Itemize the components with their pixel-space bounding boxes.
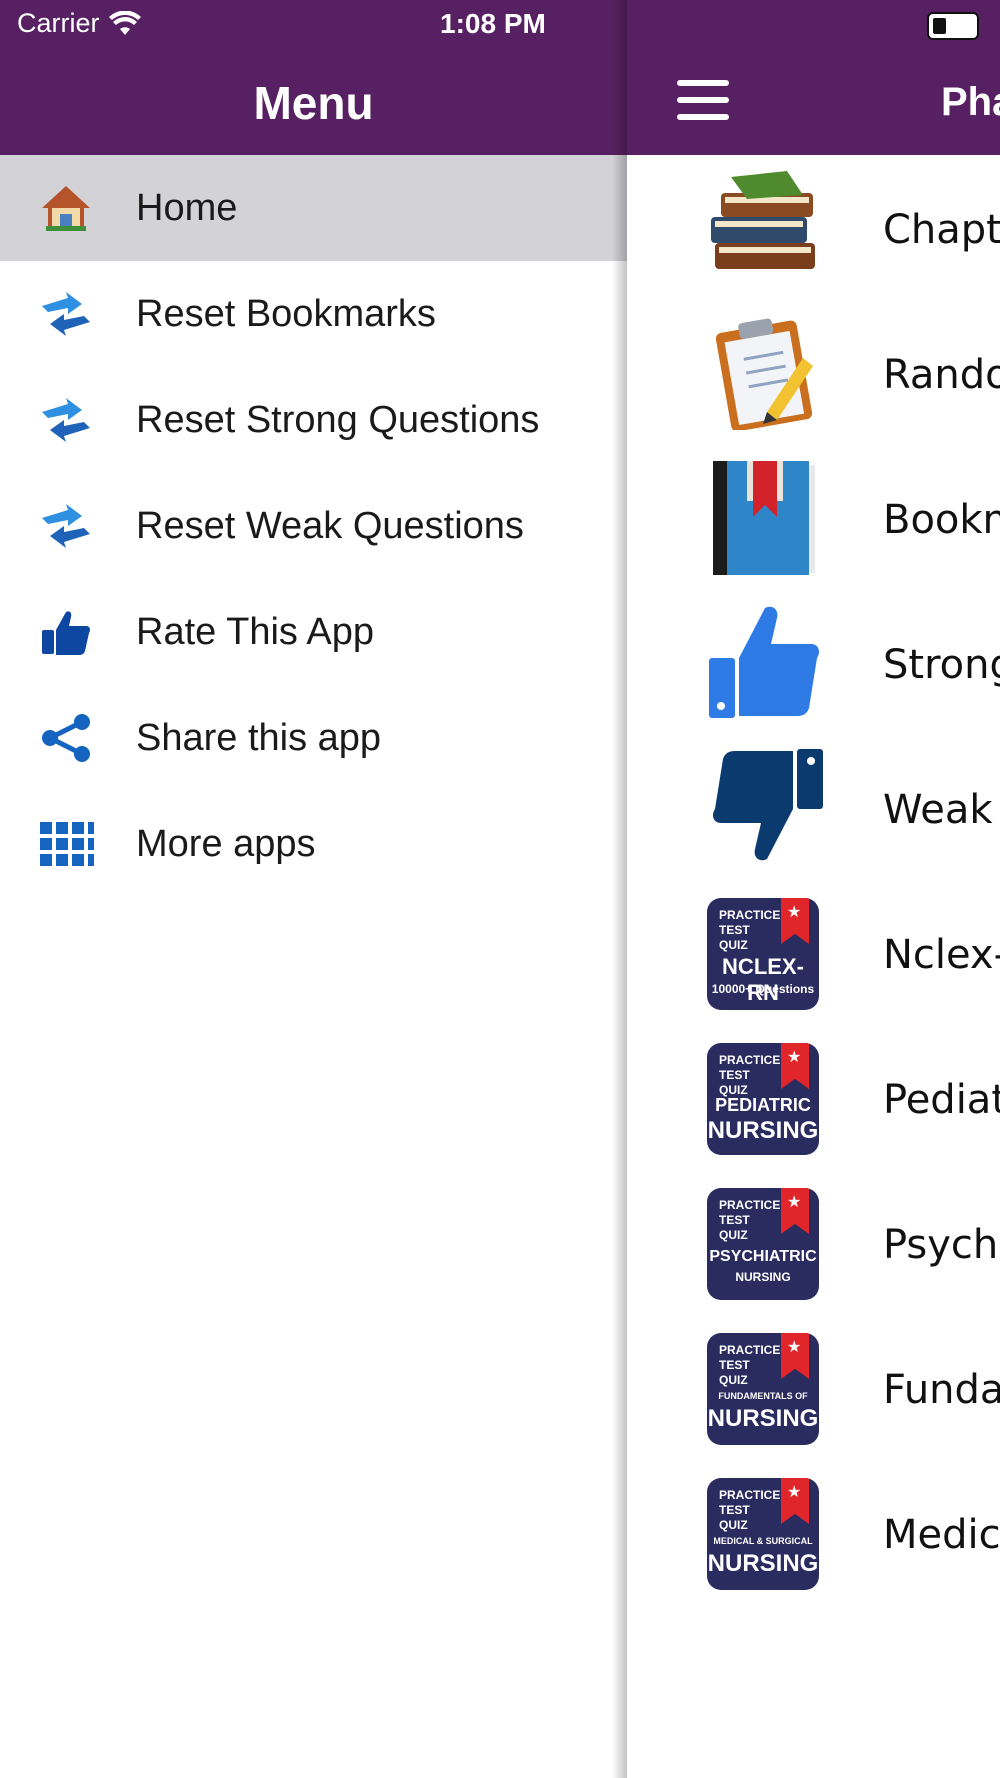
share-icon (42, 714, 90, 762)
carrier-label: Carrier (17, 8, 100, 38)
home-item-nclex[interactable]: PRACTICE TEST QUIZ NCLEX-RN 10000+ Quest… (627, 880, 1000, 1025)
home-label-weak: Weak (883, 787, 993, 833)
home-label-chapters: Chapte (883, 207, 1000, 253)
menu-label-rate-app: Rate This App (136, 610, 375, 653)
menu-item-rate-app[interactable]: Rate This App (0, 579, 627, 685)
pediatric-app-icon: PRACTICE TEST QUIZ PEDIATRIC NURSING (707, 1043, 819, 1155)
main-screen: Pha Chapte Rando (627, 0, 1000, 1778)
home-item-strong[interactable]: Strong (627, 590, 1000, 735)
main-header: Pha (627, 0, 1000, 155)
home-item-random[interactable]: Rando (627, 300, 1000, 445)
home-item-chapters[interactable]: Chapte (627, 155, 1000, 300)
clipboard-icon (715, 318, 813, 430)
wifi-icon (108, 10, 141, 35)
side-drawer: Carrier 1:08 PM Menu Home Reset Bookmark… (0, 0, 627, 1778)
menu-label-reset-weak: Reset Weak Questions (136, 504, 524, 547)
home-item-weak[interactable]: Weak (627, 735, 1000, 880)
psychiatric-app-icon: PRACTICE TEST QUIZ PSYCHIATRIC NURSING (707, 1188, 819, 1300)
reset-icon (42, 504, 90, 548)
medsurg-app-icon: PRACTICE TEST QUIZ MEDICAL & SURGICAL NU… (707, 1478, 819, 1590)
drawer-shadow (612, 0, 628, 1778)
grid-icon (40, 822, 94, 866)
home-label-fundamentals: Funda (883, 1367, 1000, 1413)
menu-item-more-apps[interactable]: More apps (0, 791, 627, 897)
home-item-medsurg[interactable]: PRACTICE TEST QUIZ MEDICAL & SURGICAL NU… (627, 1460, 1000, 1605)
home-label-nclex: Nclex- (883, 932, 1000, 978)
menu-label-reset-strong: Reset Strong Questions (136, 398, 540, 441)
home-label-pediatric: Pediat (883, 1077, 1000, 1123)
home-label-random: Rando (883, 352, 1000, 398)
hamburger-menu-icon[interactable] (677, 80, 729, 120)
drawer-header: Carrier 1:08 PM Menu (0, 0, 627, 155)
thumbs-down-icon (713, 749, 823, 861)
battery-icon (927, 12, 979, 40)
home-icon (42, 186, 90, 231)
home-label-bookmarks: Bookm (883, 497, 1000, 543)
menu-item-reset-strong[interactable]: Reset Strong Questions (0, 367, 627, 473)
home-item-fundamentals[interactable]: PRACTICE TEST QUIZ FUNDAMENTALS OF NURSI… (627, 1315, 1000, 1460)
menu-label-more-apps: More apps (136, 822, 316, 865)
home-label-strong: Strong (883, 642, 1000, 688)
menu-item-reset-bookmarks[interactable]: Reset Bookmarks (0, 261, 627, 367)
home-item-bookmarks[interactable]: Bookm (627, 445, 1000, 590)
home-label-psychiatric: Psychi (883, 1222, 1000, 1268)
menu-item-share-app[interactable]: Share this app (0, 685, 627, 791)
drawer-menu-list: Home Reset Bookmarks Reset Strong Questi… (0, 155, 627, 897)
thumbs-up-icon (709, 606, 819, 718)
drawer-title: Menu (253, 77, 374, 129)
status-time: 1:08 PM (440, 8, 546, 39)
reset-icon (42, 398, 90, 442)
menu-label-share-app: Share this app (136, 716, 382, 759)
nclex-app-icon: PRACTICE TEST QUIZ NCLEX-RN 10000+ Quest… (707, 898, 819, 1010)
bookmark-book-icon (713, 461, 815, 575)
home-item-pediatric[interactable]: PRACTICE TEST QUIZ PEDIATRIC NURSING Ped… (627, 1025, 1000, 1170)
thumbs-up-icon (42, 611, 90, 655)
menu-item-home[interactable]: Home (0, 155, 627, 261)
home-label-medsurg: Medica (883, 1512, 1000, 1558)
menu-item-reset-weak[interactable]: Reset Weak Questions (0, 473, 627, 579)
reset-icon (42, 292, 90, 336)
status-carrier-group: Carrier (17, 8, 142, 39)
home-item-psychiatric[interactable]: PRACTICE TEST QUIZ PSYCHIATRIC NURSING P… (627, 1170, 1000, 1315)
menu-label-home: Home (136, 186, 238, 229)
fundamentals-app-icon: PRACTICE TEST QUIZ FUNDAMENTALS OF NURSI… (707, 1333, 819, 1445)
app-title: Pha (941, 80, 1000, 124)
books-icon (711, 171, 815, 269)
menu-label-reset-bookmarks: Reset Bookmarks (136, 292, 436, 335)
home-list: Chapte Rando Bookm (627, 155, 1000, 1605)
